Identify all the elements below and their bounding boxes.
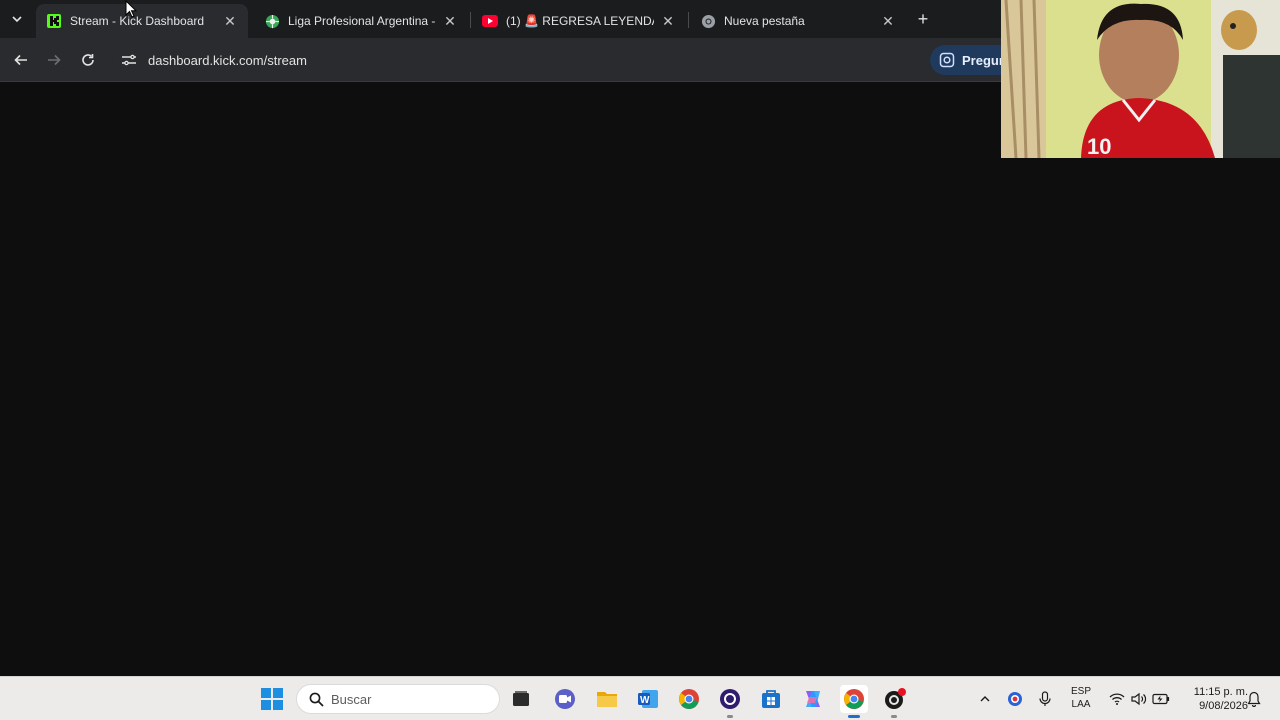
- close-tab-icon[interactable]: ✕: [880, 13, 896, 29]
- battery-charging-icon: [1152, 693, 1170, 705]
- recording-icon: [885, 688, 906, 709]
- chrome-button[interactable]: [675, 685, 703, 713]
- battery-button[interactable]: [1147, 685, 1175, 713]
- microsoft-store-button[interactable]: [757, 685, 785, 713]
- task-view-button[interactable]: [507, 685, 535, 713]
- svg-text:10: 10: [1087, 134, 1111, 158]
- keyboard-layout: LAA: [1071, 699, 1091, 710]
- task-view-icon: [513, 691, 529, 706]
- lens-icon: [938, 51, 956, 69]
- search-placeholder: Buscar: [331, 691, 372, 707]
- address-bar[interactable]: dashboard.kick.com/stream: [112, 44, 932, 76]
- tune-icon: [122, 54, 136, 66]
- chrome-profile-button[interactable]: [840, 685, 868, 713]
- tab-search-dropdown-button[interactable]: [6, 8, 28, 30]
- mouse-cursor-icon: [125, 0, 137, 18]
- clock-time: 11:15 p. m.: [1193, 686, 1248, 698]
- arrow-left-icon: [14, 54, 27, 66]
- system-clock[interactable]: 11:15 p. m. 9/08/2026: [1178, 685, 1248, 713]
- webcam-feed-image: 10: [1001, 0, 1280, 158]
- chrome-icon: [700, 13, 716, 29]
- arrow-right-icon: [48, 54, 61, 66]
- url-text: dashboard.kick.com/stream: [148, 52, 307, 68]
- tab-title: Stream - Kick Dashboard: [70, 14, 205, 28]
- forward-button[interactable]: [42, 48, 66, 72]
- shield-globe-icon: [1008, 692, 1022, 706]
- obs-icon: [720, 689, 740, 709]
- clock-date: 9/08/2026: [1199, 700, 1248, 712]
- back-button[interactable]: [9, 48, 33, 72]
- site-info-button[interactable]: [114, 45, 144, 75]
- windows-taskbar: Buscar W ESP LAA 11:15 p. m. 9/08/2026: [0, 676, 1280, 720]
- chevron-down-icon: [12, 16, 22, 23]
- teams-meet-button[interactable]: [551, 685, 579, 713]
- tab-youtube[interactable]: (1) 🚨 REGRESA LEYENDA AL ✕: [472, 4, 686, 38]
- input-language-indicator[interactable]: ESP LAA: [1066, 685, 1096, 711]
- show-hidden-icons-button[interactable]: [971, 685, 999, 713]
- word-icon: W: [638, 690, 658, 708]
- start-button[interactable]: [258, 685, 286, 713]
- taskbar-search[interactable]: Buscar: [296, 684, 500, 714]
- svg-text:W: W: [640, 695, 650, 706]
- microphone-button[interactable]: [1031, 685, 1059, 713]
- store-icon: [762, 690, 780, 708]
- close-tab-icon[interactable]: ✕: [660, 13, 676, 29]
- file-explorer-button[interactable]: [593, 685, 621, 713]
- tab-separator: [470, 12, 471, 28]
- reload-icon: [82, 54, 94, 66]
- language-code: ESP: [1070, 686, 1091, 697]
- kick-logo-icon: [46, 13, 62, 29]
- youtube-icon: [482, 13, 498, 29]
- globe-soccer-icon: [264, 13, 280, 29]
- copilot-button[interactable]: [799, 685, 827, 713]
- obs-recording-button[interactable]: [881, 685, 909, 713]
- tab-kick-dashboard[interactable]: Stream - Kick Dashboard ✕: [36, 4, 248, 38]
- close-tab-icon[interactable]: ✕: [222, 13, 238, 29]
- chrome-icon: [679, 689, 699, 709]
- webcam-overlay: 10: [1001, 0, 1280, 158]
- running-indicator: [727, 715, 733, 718]
- copilot-icon: [806, 691, 820, 707]
- folder-icon: [597, 692, 617, 707]
- vpn-tray-button[interactable]: [1001, 685, 1029, 713]
- chrome-icon: [844, 689, 864, 709]
- new-tab-button[interactable]: +: [912, 8, 934, 30]
- wifi-icon: [1109, 693, 1125, 705]
- tab-separator: [688, 12, 689, 28]
- tab-title: Liga Profesional Argentina - PC: [288, 14, 436, 28]
- tab-liga-profesional[interactable]: Liga Profesional Argentina - PC ✕: [254, 4, 468, 38]
- chevron-up-icon: [980, 696, 990, 702]
- close-tab-icon[interactable]: ✕: [442, 13, 458, 29]
- search-icon: [301, 692, 331, 707]
- speaker-icon: [1131, 692, 1147, 706]
- word-button[interactable]: W: [634, 685, 662, 713]
- bell-icon: [1247, 691, 1261, 707]
- running-indicator: [891, 715, 897, 718]
- page-content: [0, 82, 1280, 676]
- tab-new-tab[interactable]: Nueva pestaña ✕: [690, 4, 906, 38]
- plus-icon: +: [917, 8, 929, 29]
- reload-button[interactable]: [76, 48, 100, 72]
- notifications-button[interactable]: [1240, 685, 1268, 713]
- active-indicator: [848, 715, 860, 718]
- microphone-icon: [1039, 691, 1051, 706]
- windows-logo-icon: [261, 688, 283, 710]
- video-call-icon: [555, 689, 575, 709]
- obs-button[interactable]: [716, 685, 744, 713]
- tab-title: Nueva pestaña: [724, 14, 805, 28]
- tab-title: (1) 🚨 REGRESA LEYENDA AL: [506, 14, 654, 28]
